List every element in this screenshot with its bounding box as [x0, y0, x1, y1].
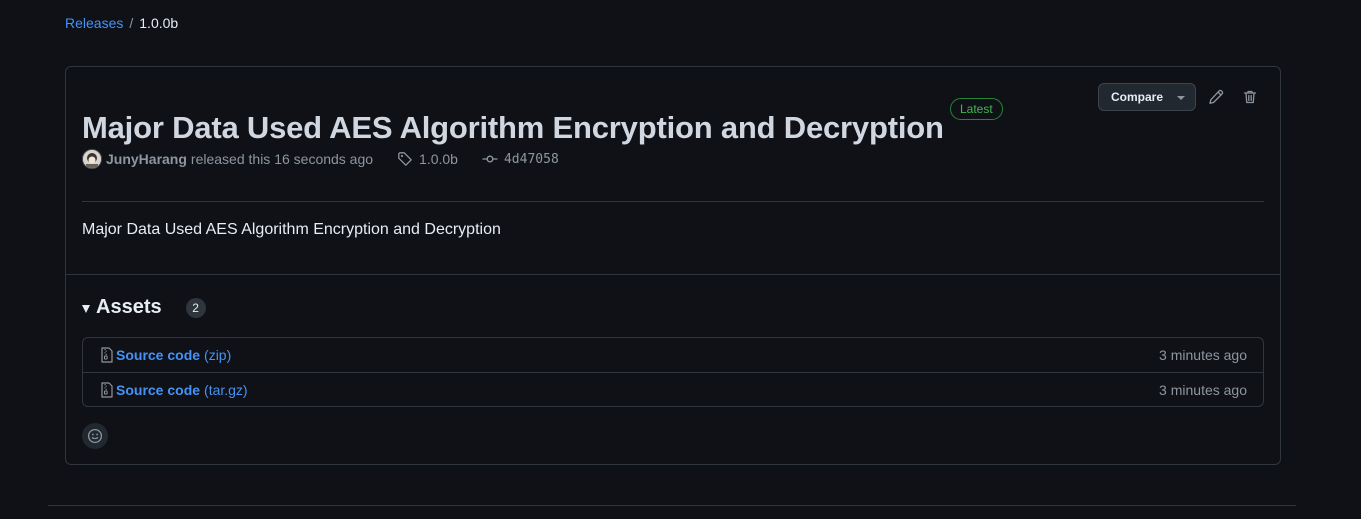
- smiley-icon: [87, 428, 103, 444]
- breadcrumb-separator: /: [129, 15, 134, 31]
- asset-extension: (tar.gz): [204, 381, 248, 398]
- release-actions: Compare: [1098, 83, 1264, 111]
- trash-icon: [1243, 90, 1257, 104]
- avatar-image-icon: [83, 150, 101, 168]
- release-notes: Major Data Used AES Algorithm Encryption…: [82, 221, 501, 238]
- assets-count-badge: 2: [185, 297, 206, 318]
- release-meta: JunyHarang released this 16 seconds ago …: [82, 149, 559, 169]
- divider: [66, 274, 1280, 275]
- divider: [82, 201, 1264, 202]
- author-link[interactable]: JunyHarang: [106, 151, 187, 167]
- released-text: released this 16 seconds ago: [190, 151, 374, 167]
- triangle-down-icon: [82, 304, 90, 313]
- commit-sha: 4d47058: [503, 151, 559, 167]
- breadcrumb-releases-link[interactable]: Releases: [65, 15, 123, 31]
- asset-row: Source code (zip) 3 minutes ago: [83, 338, 1263, 372]
- asset-row: Source code (tar.gz) 3 minutes ago: [83, 372, 1263, 406]
- delete-release-button[interactable]: [1236, 83, 1264, 111]
- commit-link[interactable]: 4d47058: [482, 151, 559, 167]
- add-reaction-button[interactable]: [82, 423, 108, 449]
- compare-button-label: Compare: [1111, 90, 1164, 104]
- pencil-icon: [1209, 89, 1224, 104]
- asset-timestamp: 3 minutes ago: [1159, 347, 1247, 363]
- asset-name: Source code: [116, 381, 201, 398]
- asset-extension: (zip): [204, 347, 232, 363]
- asset-list: Source code (zip) 3 minutes ago Source c…: [82, 337, 1264, 407]
- chevron-down-icon: [1177, 96, 1185, 100]
- latest-badge: Latest: [950, 98, 1003, 120]
- file-zip-icon: [101, 347, 113, 363]
- asset-timestamp: 3 minutes ago: [1159, 381, 1247, 398]
- file-zip-icon: [101, 381, 113, 398]
- assets-toggle[interactable]: Assets 2: [82, 296, 206, 319]
- git-commit-icon: [482, 155, 498, 163]
- page-divider: [48, 505, 1296, 506]
- tag-label: 1.0.0b: [419, 151, 458, 167]
- breadcrumb: Releases / 1.0.0b: [65, 15, 178, 31]
- asset-download-link[interactable]: Source code (tar.gz): [100, 382, 248, 398]
- release-page: Releases / 1.0.0b Major Data Used AES Al…: [0, 0, 1361, 519]
- edit-release-button[interactable]: [1202, 83, 1230, 111]
- asset-name: Source code: [116, 347, 201, 363]
- tag-link[interactable]: 1.0.0b: [397, 151, 458, 167]
- avatar[interactable]: [82, 149, 102, 169]
- tag-icon: [398, 152, 412, 166]
- release-title[interactable]: Major Data Used AES Algorithm Encryption…: [82, 110, 944, 146]
- breadcrumb-current: 1.0.0b: [139, 15, 179, 31]
- asset-download-link[interactable]: Source code (zip): [100, 347, 231, 363]
- release-card: Major Data Used AES Algorithm Encryption…: [65, 66, 1281, 465]
- compare-button[interactable]: Compare: [1098, 83, 1196, 111]
- assets-title: Assets: [96, 296, 162, 318]
